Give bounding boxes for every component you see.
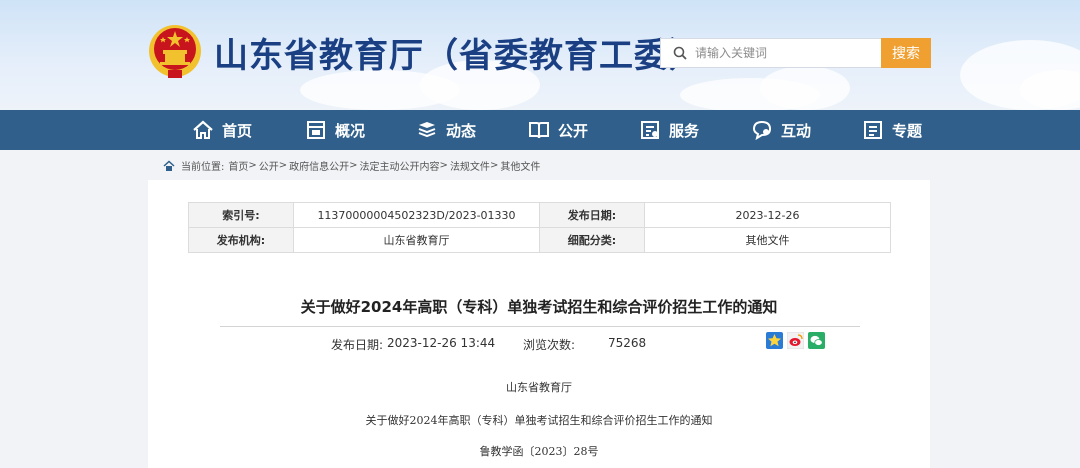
breadcrumb: 当前位置: 首页 > 公开 > 政府信息公开 > 法定主动公开内容 > 法规文件… [163, 158, 540, 173]
nav-item-open[interactable]: 公开 [528, 110, 588, 150]
home-icon [193, 120, 213, 139]
article-title: 关于做好2024年高职（专科）单独考试招生和综合评价招生工作的通知 [300, 298, 778, 316]
topic-icon [864, 121, 882, 139]
nav-item-home[interactable]: 首页 [192, 110, 252, 150]
org-value: 山东省教育厅 [293, 227, 540, 253]
body-doc-number: 鲁教学函〔2023〕28号 [479, 445, 599, 458]
category-value: 其他文件 [644, 227, 891, 253]
main-nav: 首页 概况 动态 公开 服务 互动 专题 [0, 110, 1080, 150]
pub-date-label: 发布日期: [331, 338, 384, 352]
date-value: 2023-12-26 [644, 202, 891, 228]
nav-label: 公开 [558, 121, 589, 140]
index-label: 索引号: [188, 202, 294, 228]
table-row: 索引号: 11370000004502323D/2023-01330 发布日期:… [188, 202, 891, 228]
nav-label: 首页 [222, 121, 253, 140]
org-label: 发布机构: [188, 227, 294, 253]
breadcrumb-link-open[interactable]: 公开 [259, 158, 279, 173]
breadcrumb-link-other[interactable]: 其他文件 [500, 158, 540, 173]
nav-label: 概况 [335, 121, 366, 140]
table-row: 发布机构: 山东省教育厅 细配分类: 其他文件 [188, 227, 891, 253]
nav-item-topic[interactable]: 专题 [862, 110, 922, 150]
location-home-icon [163, 159, 175, 171]
search-input[interactable] [695, 46, 865, 60]
nav-label: 服务 [669, 121, 700, 140]
breadcrumb-link-statutory[interactable]: 法定主动公开内容 [360, 158, 440, 173]
breadcrumb-separator: > [278, 160, 288, 171]
search-button[interactable]: 搜索 [881, 38, 931, 68]
views-label: 浏览次数: [523, 338, 576, 352]
breadcrumb-separator: > [489, 160, 499, 171]
breadcrumb-separator: > [349, 160, 358, 171]
breadcrumb-link-home[interactable]: 首页 [228, 158, 248, 173]
title-divider [220, 326, 860, 327]
search-icon [673, 46, 687, 60]
body-notice-title: 关于做好2024年高职（专科）单独考试招生和综合评价招生工作的通知 [365, 414, 713, 427]
service-icon [641, 121, 659, 139]
breadcrumb-link-gov-info[interactable]: 政府信息公开 [289, 158, 349, 173]
chat-icon [752, 120, 772, 141]
site-title: 山东省教育厅（省委教育工委） [214, 36, 704, 76]
national-emblem-icon [149, 25, 201, 78]
views-count: 75268 [608, 336, 647, 350]
weibo-icon[interactable] [787, 332, 804, 349]
nav-item-overview[interactable]: 概况 [305, 110, 365, 150]
breadcrumb-link-regulations[interactable]: 法规文件 [450, 158, 490, 173]
site-header: 山东省教育厅（省委教育工委） 搜索 [0, 0, 1080, 110]
nav-label: 互动 [781, 121, 812, 140]
index-value: 11370000004502323D/2023-01330 [293, 202, 540, 228]
body-issuing-org: 山东省教育厅 [506, 381, 572, 394]
nav-item-interact[interactable]: 互动 [751, 110, 811, 150]
breadcrumb-prefix: 当前位置: [181, 162, 225, 173]
news-icon [418, 122, 436, 138]
wechat-icon[interactable] [808, 332, 825, 349]
nav-label: 专题 [892, 121, 923, 140]
breadcrumb-separator: > [439, 160, 448, 171]
category-label: 细配分类: [539, 227, 645, 253]
breadcrumb-separator: > [248, 160, 257, 171]
pub-date-value: 2023-12-26 13:44 [387, 336, 496, 350]
date-label: 发布日期: [539, 202, 645, 228]
document-meta-table: 索引号: 11370000004502323D/2023-01330 发布日期:… [188, 202, 891, 253]
overview-icon [307, 121, 325, 139]
nav-item-news[interactable]: 动态 [416, 110, 476, 150]
favorite-star-icon[interactable] [766, 332, 783, 349]
search-field[interactable] [660, 38, 882, 68]
nav-label: 动态 [446, 121, 477, 140]
nav-item-service[interactable]: 服务 [639, 110, 699, 150]
book-icon [529, 122, 549, 139]
